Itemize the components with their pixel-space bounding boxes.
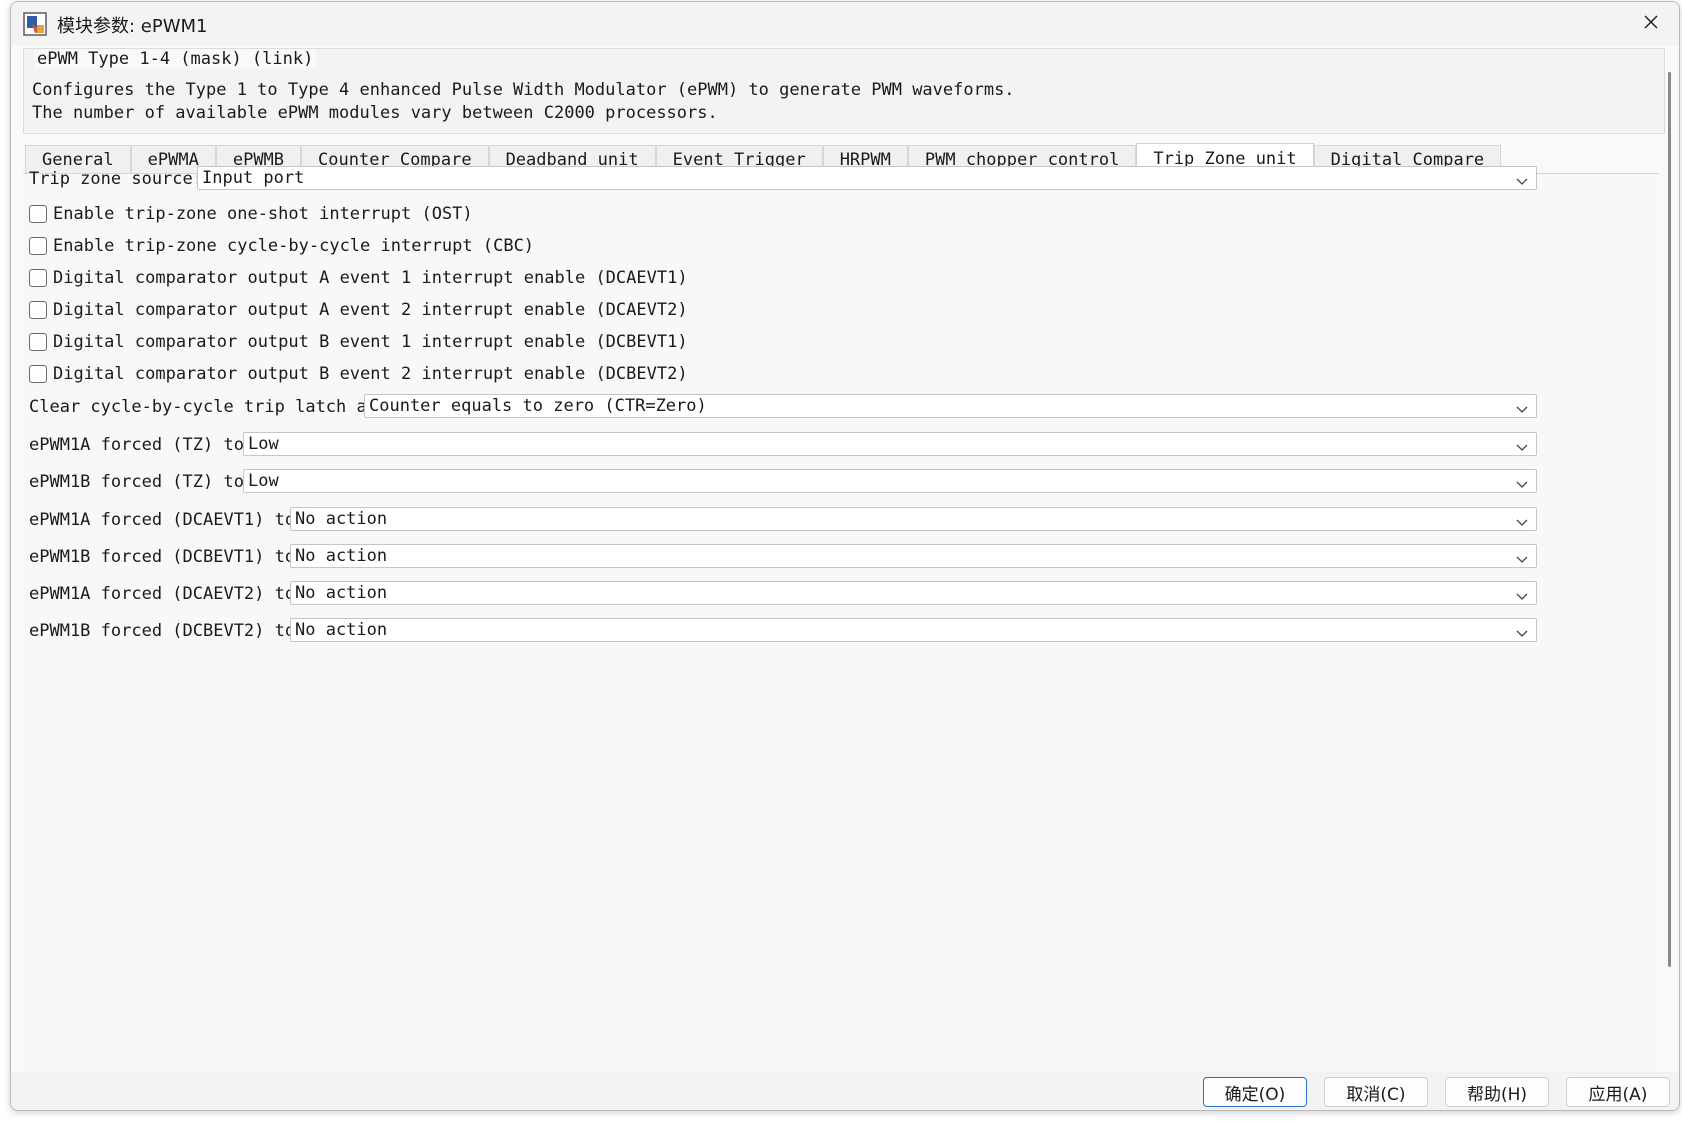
epwm1b-dcbevt1-label: ePWM1B forced (DCBEVT1) to:: [29, 547, 306, 567]
apply-button[interactable]: 应用(A): [1566, 1077, 1670, 1107]
clear-cbc-latch-select[interactable]: Counter equals to zero (CTR=Zero): [364, 394, 1537, 418]
vertical-scrollbar[interactable]: [1668, 72, 1671, 967]
epwm1b-tz-select[interactable]: Low: [243, 469, 1537, 493]
chevron-down-icon: [1516, 438, 1528, 451]
description-line-2: The number of available ePWM modules var…: [32, 103, 718, 123]
chevron-down-icon: [1516, 624, 1528, 637]
checkbox-box[interactable]: [29, 301, 47, 319]
epwm1b-dcbevt1-select[interactable]: No action: [290, 544, 1537, 568]
epwm1b-dcbevt2-value: No action: [295, 620, 388, 640]
dcbevt2-interrupt-checkbox[interactable]: Digital comparator output B event 2 inte…: [29, 362, 688, 386]
checkbox-box[interactable]: [29, 333, 47, 351]
checkbox-label: Enable trip-zone one-shot interrupt (OST…: [53, 204, 473, 224]
trip-zone-source-label: Trip zone source:: [29, 169, 203, 189]
mask-description-group: ePWM Type 1-4 (mask) (link) Configures t…: [23, 48, 1665, 134]
chevron-down-icon: [1516, 513, 1528, 526]
cbc-interrupt-checkbox[interactable]: Enable trip-zone cycle-by-cycle interrup…: [29, 234, 534, 258]
checkbox-label: Digital comparator output B event 1 inte…: [53, 332, 688, 352]
ok-button[interactable]: 确定(O): [1203, 1077, 1307, 1107]
epwm1a-dcaevt2-label: ePWM1A forced (DCAEVT2) to:: [29, 584, 306, 604]
close-icon: [1643, 14, 1659, 34]
checkbox-label: Digital comparator output A event 2 inte…: [53, 300, 688, 320]
epwm1b-dcbevt1-value: No action: [295, 546, 388, 566]
clear-cbc-latch-label: Clear cycle-by-cycle trip latch at:: [29, 397, 388, 417]
mask-title: ePWM Type 1-4 (mask) (link): [34, 49, 317, 69]
chevron-down-icon: [1516, 400, 1528, 413]
trip-zone-source-value: Input port: [202, 168, 305, 188]
chevron-down-icon: [1516, 550, 1528, 563]
title-bar: 模块参数: ePWM1: [11, 2, 1679, 46]
epwm1a-dcaevt2-value: No action: [295, 583, 388, 603]
epwm1a-dcaevt2-select[interactable]: No action: [290, 581, 1537, 605]
epwm1a-dcaevt1-value: No action: [295, 509, 388, 529]
checkbox-label: Digital comparator output B event 2 inte…: [53, 364, 688, 384]
help-button[interactable]: 帮助(H): [1445, 1077, 1549, 1107]
epwm1a-dcaevt1-label: ePWM1A forced (DCAEVT1) to:: [29, 510, 306, 530]
checkbox-label: Enable trip-zone cycle-by-cycle interrup…: [53, 236, 535, 256]
epwm1b-tz-value: Low: [248, 471, 279, 491]
checkbox-box[interactable]: [29, 269, 47, 287]
dialog-footer: 确定(O) 取消(C) 帮助(H) 应用(A): [11, 1072, 1679, 1110]
description-line-1: Configures the Type 1 to Type 4 enhanced…: [32, 80, 1015, 100]
cancel-button[interactable]: 取消(C): [1324, 1077, 1428, 1107]
trip-zone-panel: Trip zone source: Input port Enable trip…: [23, 166, 1659, 1072]
checkbox-box[interactable]: [29, 205, 47, 223]
dcaevt1-interrupt-checkbox[interactable]: Digital comparator output A event 1 inte…: [29, 266, 688, 290]
ost-interrupt-checkbox[interactable]: Enable trip-zone one-shot interrupt (OST…: [29, 202, 473, 226]
checkbox-box[interactable]: [29, 237, 47, 255]
mask-description: Configures the Type 1 to Type 4 enhanced…: [32, 79, 1015, 125]
epwm1b-dcbevt2-select[interactable]: No action: [290, 618, 1537, 642]
chevron-down-icon: [1516, 587, 1528, 600]
checkbox-label: Digital comparator output A event 1 inte…: [53, 268, 688, 288]
trip-zone-source-select[interactable]: Input port: [197, 166, 1537, 190]
clear-cbc-latch-value: Counter equals to zero (CTR=Zero): [369, 396, 707, 416]
epwm1a-tz-value: Low: [248, 434, 279, 454]
chevron-down-icon: [1516, 172, 1528, 185]
epwm1a-tz-select[interactable]: Low: [243, 432, 1537, 456]
epwm1a-dcaevt1-select[interactable]: No action: [290, 507, 1537, 531]
epwm1a-tz-label: ePWM1A forced (TZ) to:: [29, 435, 255, 455]
simulink-block-icon: [23, 12, 47, 36]
chevron-down-icon: [1516, 475, 1528, 488]
checkbox-box[interactable]: [29, 365, 47, 383]
window-title: 模块参数: ePWM1: [57, 16, 208, 37]
epwm1b-tz-label: ePWM1B forced (TZ) to:: [29, 472, 255, 492]
epwm1b-dcbevt2-label: ePWM1B forced (DCBEVT2) to:: [29, 621, 306, 641]
block-parameters-dialog: 模块参数: ePWM1 ePWM Type 1-4 (mask) (link) …: [10, 1, 1680, 1111]
close-button[interactable]: [1635, 8, 1667, 40]
dcaevt2-interrupt-checkbox[interactable]: Digital comparator output A event 2 inte…: [29, 298, 688, 322]
dcbevt1-interrupt-checkbox[interactable]: Digital comparator output B event 1 inte…: [29, 330, 688, 354]
